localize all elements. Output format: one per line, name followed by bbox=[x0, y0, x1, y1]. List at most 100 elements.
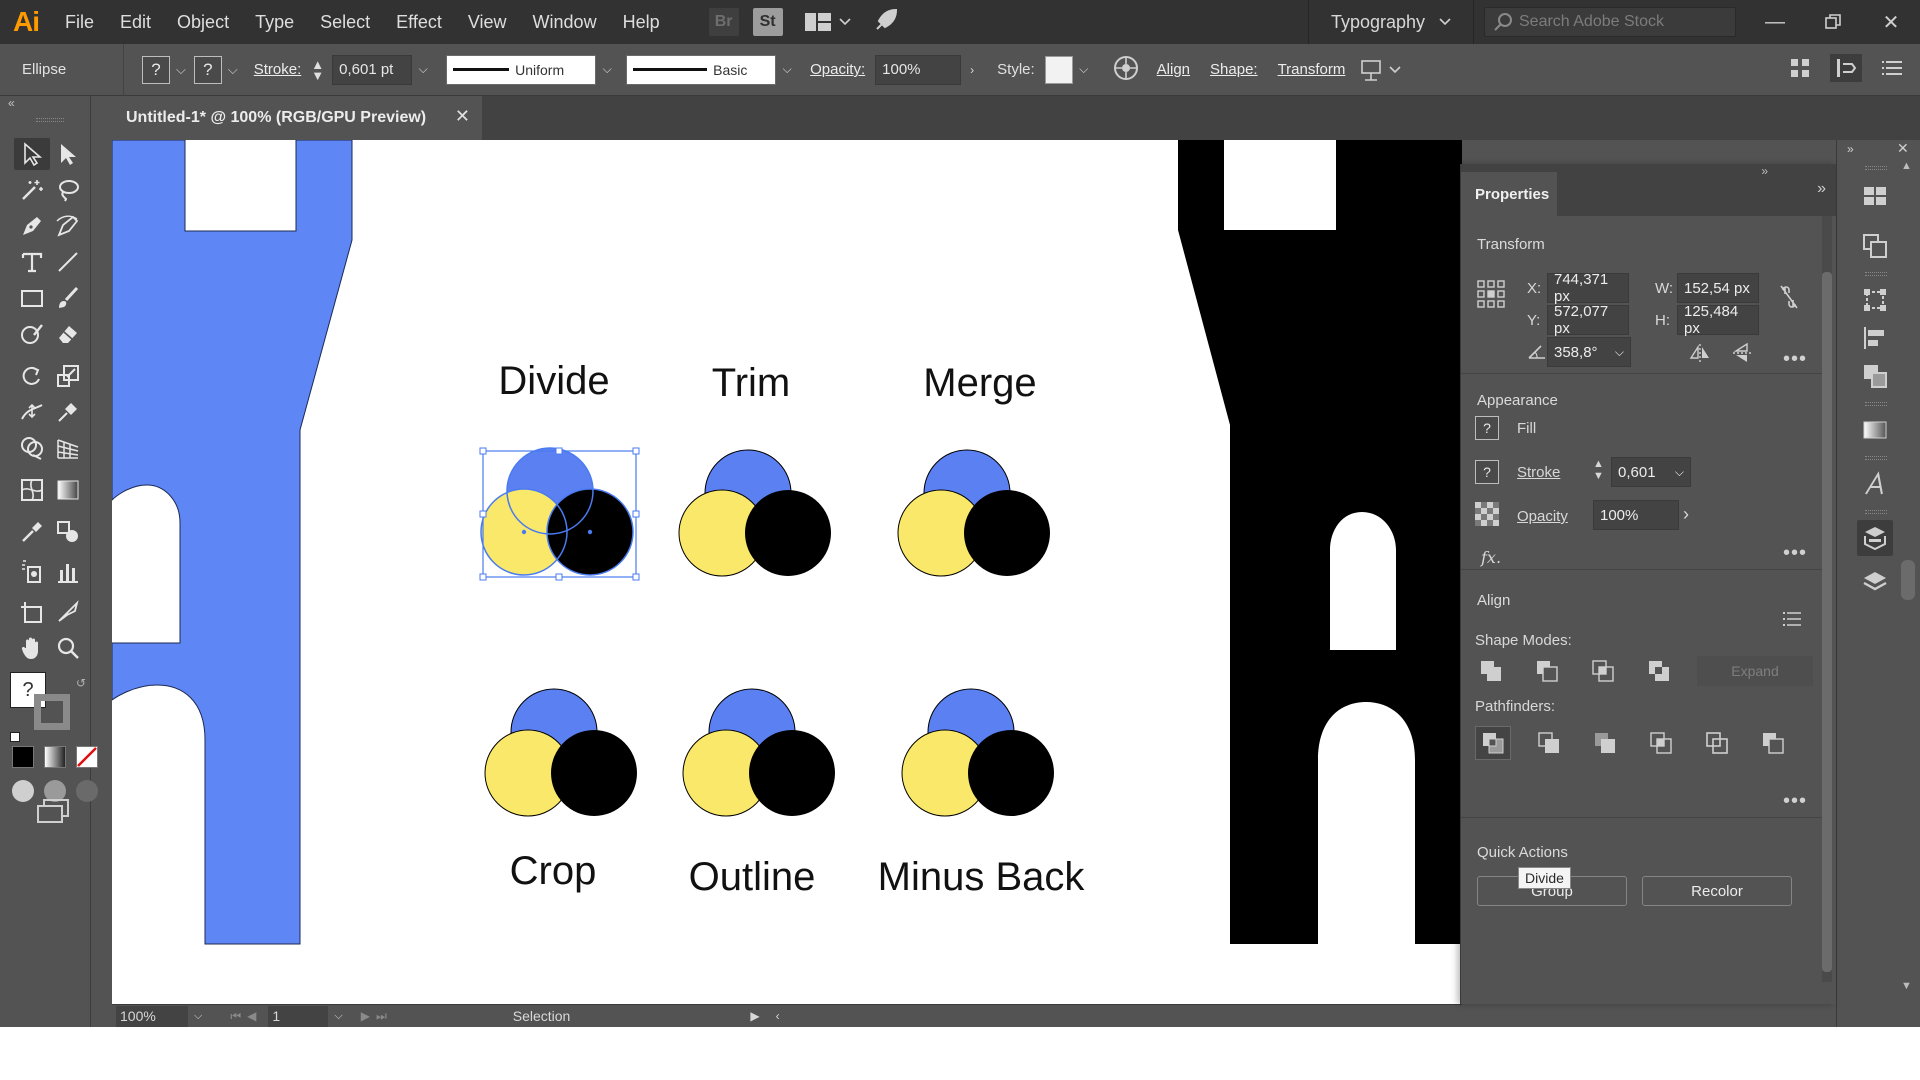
recolor-button[interactable]: Recolor bbox=[1642, 876, 1792, 906]
fx-effects-button[interactable]: fx. bbox=[1481, 548, 1501, 567]
scroll-down-icon[interactable]: ▼ bbox=[1901, 980, 1912, 992]
menu-select[interactable]: Select bbox=[307, 0, 383, 44]
more-options-icon[interactable]: ••• bbox=[1783, 542, 1807, 565]
blend-tool[interactable] bbox=[50, 516, 86, 548]
shape-builder-tool[interactable] bbox=[14, 432, 50, 464]
width-field[interactable]: 152,54 px bbox=[1677, 273, 1759, 303]
opacity-expand-arrow[interactable]: › bbox=[1683, 504, 1689, 525]
close-window-button[interactable]: ✕ bbox=[1862, 0, 1920, 44]
libraries-panel-button[interactable] bbox=[1857, 178, 1893, 214]
black-castle-shape[interactable] bbox=[1178, 140, 1462, 944]
variable-width-dropdown[interactable]: ⌵ bbox=[596, 55, 618, 85]
stock-icon[interactable]: St bbox=[752, 8, 783, 36]
chevron-down-icon[interactable]: ⌵ bbox=[334, 1010, 342, 1023]
zoom-tool[interactable] bbox=[50, 632, 86, 664]
menu-type[interactable]: Type bbox=[242, 0, 307, 44]
layers-panel-button[interactable] bbox=[1857, 564, 1893, 600]
rotate-field[interactable]: 358,8° ⌵ bbox=[1547, 337, 1631, 367]
brush-definition[interactable]: Basic bbox=[626, 54, 777, 85]
direct-selection-tool[interactable] bbox=[50, 138, 86, 170]
type-tool[interactable] bbox=[14, 246, 50, 278]
more-options-icon[interactable]: ••• bbox=[1783, 348, 1807, 371]
pathfinder-panel-button[interactable] bbox=[1857, 358, 1893, 394]
artboard-number-field[interactable]: 1 bbox=[268, 1005, 329, 1027]
dock-close-icon[interactable]: ✕ bbox=[1897, 140, 1909, 157]
arrange-documents-button[interactable] bbox=[804, 13, 851, 31]
character-panel-button[interactable] bbox=[1857, 466, 1893, 502]
flip-horizontal-icon[interactable] bbox=[1689, 344, 1711, 362]
zoom-level-field[interactable]: 100% bbox=[116, 1005, 188, 1027]
none-fill-button[interactable] bbox=[76, 746, 98, 768]
label-minus-back[interactable]: Minus Back bbox=[878, 855, 1086, 899]
next-last-artboard-icon[interactable]: ▶⏭ bbox=[361, 1009, 393, 1024]
status-menu-arrow-icon[interactable]: ▶ bbox=[750, 1009, 759, 1023]
minus-back-circles-group[interactable] bbox=[901, 688, 1054, 817]
document-tab[interactable]: Untitled-1* @ 100% (RGB/GPU Preview) ✕ bbox=[92, 96, 482, 140]
bridge-icon[interactable]: Br bbox=[708, 8, 739, 36]
align-link[interactable]: Align bbox=[1157, 61, 1190, 78]
reference-point-icon[interactable] bbox=[1477, 280, 1505, 308]
chevron-down-icon[interactable]: ⌵ bbox=[194, 1010, 202, 1023]
symbol-sprayer-tool[interactable] bbox=[14, 556, 50, 588]
dock-collapse-icon[interactable]: » bbox=[1847, 142, 1854, 156]
unite-button[interactable] bbox=[1473, 654, 1509, 688]
artboard-tool[interactable] bbox=[14, 596, 50, 628]
scroll-up-icon[interactable]: ▲ bbox=[1901, 160, 1912, 172]
properties-scrollbar[interactable] bbox=[1822, 216, 1832, 982]
arrange-icon[interactable] bbox=[1830, 54, 1862, 82]
eraser-tool[interactable] bbox=[50, 318, 86, 350]
label-merge[interactable]: Merge bbox=[923, 361, 1036, 405]
menu-edit[interactable]: Edit bbox=[107, 0, 164, 44]
crop-circles-group[interactable] bbox=[484, 688, 637, 817]
opacity-field[interactable]: 100% bbox=[1593, 500, 1679, 530]
fill-swatch[interactable]: ? bbox=[142, 55, 170, 84]
puppet-warp-tool[interactable] bbox=[50, 396, 86, 428]
artboards-panel-button[interactable] bbox=[1857, 228, 1893, 264]
constrain-proportions-icon[interactable] bbox=[1779, 284, 1799, 310]
label-outline[interactable]: Outline bbox=[689, 855, 816, 899]
draw-normal-icon[interactable] bbox=[12, 780, 34, 802]
slice-tool[interactable] bbox=[50, 596, 86, 628]
stroke-swatch[interactable]: ? bbox=[1475, 460, 1499, 484]
menu-object[interactable]: Object bbox=[164, 0, 242, 44]
x-field[interactable]: 744,371 px bbox=[1547, 271, 1629, 305]
stroke-color-box[interactable] bbox=[34, 694, 70, 730]
dock-grip[interactable] bbox=[1865, 272, 1887, 276]
label-divide[interactable]: Divide bbox=[498, 359, 609, 403]
gradient-tool[interactable] bbox=[50, 474, 86, 506]
dock-scroll-thumb[interactable] bbox=[1901, 560, 1915, 600]
color-fill-button[interactable] bbox=[12, 746, 34, 768]
intersect-button[interactable] bbox=[1585, 654, 1621, 688]
opacity-expand-arrow[interactable]: › bbox=[961, 55, 983, 85]
menu-window[interactable]: Window bbox=[520, 0, 610, 44]
column-graph-tool[interactable] bbox=[50, 556, 86, 588]
gradient-panel-button[interactable] bbox=[1857, 412, 1893, 448]
properties-panel-button[interactable] bbox=[1857, 520, 1893, 556]
fill-swatch[interactable]: ? bbox=[1475, 416, 1499, 440]
stroke-weight-field[interactable]: 0,601 pt bbox=[332, 54, 413, 85]
trim-button[interactable] bbox=[1531, 726, 1567, 760]
outline-button[interactable] bbox=[1699, 726, 1735, 760]
crop-button[interactable] bbox=[1643, 726, 1679, 760]
minimize-button[interactable]: — bbox=[1746, 0, 1804, 44]
divide-button[interactable] bbox=[1475, 726, 1511, 760]
workspace-switcher[interactable]: Typography bbox=[1307, 0, 1474, 44]
rotate-tool[interactable] bbox=[14, 360, 50, 392]
merge-button[interactable] bbox=[1587, 726, 1623, 760]
shaper-tool[interactable] bbox=[14, 318, 50, 350]
height-field[interactable]: 125,484 px bbox=[1677, 303, 1759, 337]
stroke-stepper[interactable]: ▲ ▼ bbox=[1593, 458, 1604, 482]
align-panel-button[interactable] bbox=[1857, 320, 1893, 356]
properties-scroll-thumb[interactable] bbox=[1822, 272, 1832, 972]
curvature-tool[interactable] bbox=[50, 210, 86, 242]
chevron-down-icon[interactable]: ⌵ bbox=[228, 62, 238, 78]
properties-tab[interactable]: Properties bbox=[1461, 172, 1557, 216]
first-prev-artboard-icon[interactable]: ⏮◀ bbox=[230, 1009, 262, 1024]
opacity-label[interactable]: Opacity: bbox=[810, 61, 865, 78]
change-screen-mode-button[interactable] bbox=[36, 798, 70, 829]
dock-grip[interactable] bbox=[1865, 166, 1887, 170]
dock-grip[interactable] bbox=[1865, 402, 1887, 406]
menu-file[interactable]: File bbox=[52, 0, 107, 44]
divide-circles-group[interactable] bbox=[480, 447, 634, 576]
magic-wand-tool[interactable] bbox=[14, 174, 50, 206]
